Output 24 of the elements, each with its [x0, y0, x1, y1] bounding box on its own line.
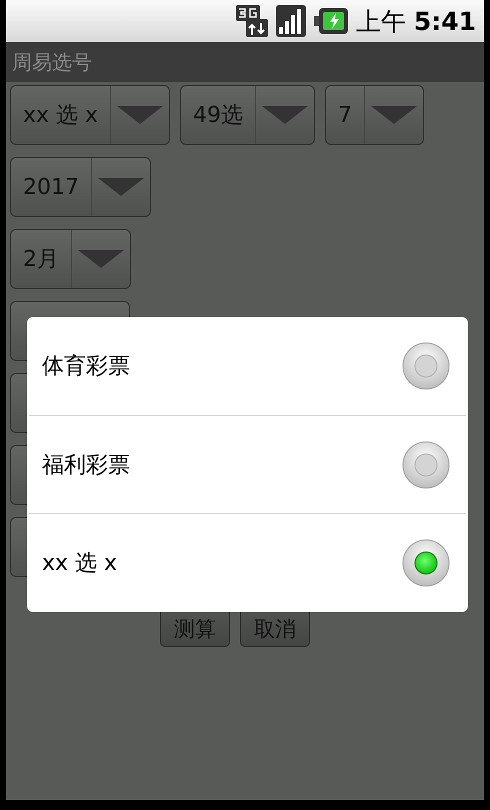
radio-button[interactable] [402, 342, 450, 390]
dropdown[interactable]: 49选 [180, 85, 316, 145]
dropdown[interactable]: 2月 [10, 229, 131, 289]
radio-button[interactable] [402, 440, 450, 488]
dropdown-arrow-icon [371, 106, 418, 124]
signal-icon [276, 5, 306, 37]
dialog-option[interactable]: xx 选 x [29, 513, 466, 612]
app-title: 周易选号 [12, 48, 92, 76]
option-label: 体育彩票 [42, 352, 130, 381]
dropdown[interactable]: 7 [325, 85, 424, 145]
dialog-option[interactable]: 体育彩票 [29, 317, 466, 415]
dialog-option[interactable]: 福利彩票 [29, 414, 466, 514]
radio-button[interactable] [402, 539, 450, 588]
dropdown-arrow-icon [262, 106, 308, 124]
dropdown-arrow-icon [98, 178, 144, 196]
option-label: 福利彩票 [42, 452, 130, 480]
network-3g-icon [236, 5, 268, 37]
dropdown[interactable]: xx 选 x [10, 85, 170, 145]
dropdown[interactable]: 2017 [10, 157, 151, 217]
battery-charging-icon [314, 8, 348, 34]
option-label: xx 选 x [42, 550, 118, 578]
dropdown-arrow-icon [78, 250, 124, 268]
status-time: 上午 5:41 [356, 6, 476, 38]
dropdown-arrow-icon [117, 106, 164, 124]
